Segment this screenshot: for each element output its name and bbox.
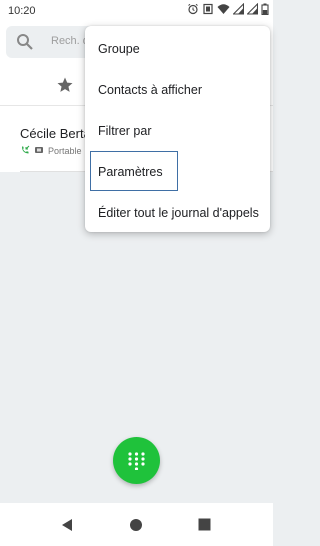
status-time: 10:20 bbox=[8, 5, 36, 17]
wifi-icon bbox=[217, 3, 230, 15]
menu-item-groupe[interactable]: Groupe bbox=[85, 28, 270, 68]
menu-item-filter-by[interactable]: Filtrer par bbox=[85, 110, 270, 150]
contact-name: Cécile Berta bbox=[20, 126, 91, 141]
search-icon bbox=[16, 33, 34, 56]
menu-item-label: Filtrer par bbox=[98, 124, 152, 138]
alarm-icon bbox=[187, 3, 199, 15]
contact-details: Portable bbox=[20, 145, 82, 157]
sim-icon bbox=[34, 145, 44, 157]
call-received-icon bbox=[20, 145, 30, 157]
menu-item-settings[interactable]: Paramètres bbox=[85, 151, 270, 191]
back-icon[interactable] bbox=[60, 518, 74, 537]
menu-item-edit-call-log[interactable]: Éditer tout le journal d'appels bbox=[85, 192, 270, 232]
recents-icon[interactable] bbox=[198, 518, 211, 536]
signal-icon bbox=[233, 3, 244, 15]
vibrate-icon bbox=[202, 3, 214, 15]
dialpad-icon bbox=[128, 452, 145, 470]
navigation-bar bbox=[0, 503, 273, 546]
menu-item-label: Éditer tout le journal d'appels bbox=[98, 206, 259, 220]
menu-item-contacts-to-display[interactable]: Contacts à afficher bbox=[85, 69, 270, 109]
status-bar: 10:20 bbox=[0, 0, 273, 22]
overflow-menu: Groupe Contacts à afficher Filtrer par P… bbox=[85, 26, 270, 232]
star-icon[interactable] bbox=[56, 76, 74, 99]
battery-icon bbox=[261, 3, 269, 15]
dialpad-button[interactable] bbox=[113, 437, 160, 484]
home-icon[interactable] bbox=[129, 518, 143, 537]
signal-icon bbox=[247, 3, 258, 15]
menu-item-label: Paramètres bbox=[98, 165, 163, 179]
contact-type: Portable bbox=[48, 146, 82, 156]
menu-item-label: Groupe bbox=[98, 42, 140, 56]
status-icons bbox=[187, 3, 269, 15]
menu-item-label: Contacts à afficher bbox=[98, 83, 202, 97]
